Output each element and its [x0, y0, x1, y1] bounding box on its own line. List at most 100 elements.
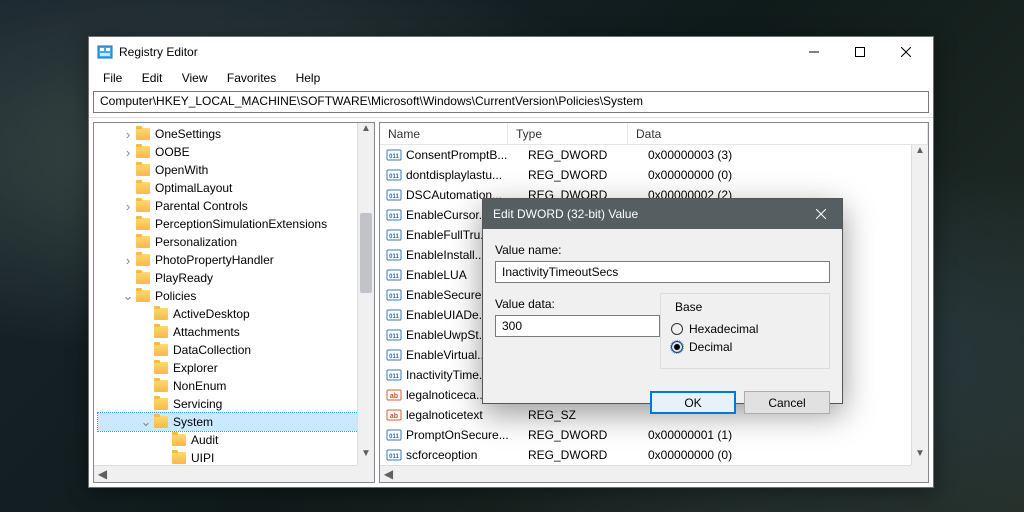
tree-item[interactable]: PlayReady — [98, 269, 370, 287]
table-row[interactable]: 011PromptOnSecure...REG_DWORD0x00000001 … — [380, 425, 928, 445]
col-data[interactable]: Data — [628, 123, 928, 144]
tree-item[interactable]: OpenWith — [98, 161, 370, 179]
menu-file[interactable]: File — [95, 69, 130, 87]
expand-icon[interactable]: ⌄ — [122, 288, 134, 304]
radio-decimal[interactable]: Decimal — [671, 340, 819, 354]
tree-label: OOBE — [155, 145, 190, 159]
tree-item[interactable]: Servicing — [98, 395, 370, 413]
tree-label: NonEnum — [173, 379, 226, 393]
window-title: Registry Editor — [119, 45, 791, 59]
col-type[interactable]: Type — [508, 123, 628, 144]
svg-text:011: 011 — [389, 274, 399, 280]
binary-icon: 011 — [386, 227, 402, 243]
folder-icon — [154, 308, 168, 320]
tree-item[interactable]: NonEnum — [98, 377, 370, 395]
binary-icon: 011 — [386, 307, 402, 323]
binary-icon: 011 — [386, 167, 402, 183]
tree-item[interactable]: ⌄System — [98, 413, 370, 431]
tree-label: OpenWith — [155, 163, 208, 177]
tree-pane[interactable]: ›OneSettings›OOBEOpenWithOptimalLayout›P… — [93, 122, 375, 483]
base-label: Base — [671, 300, 706, 314]
folder-icon — [154, 416, 168, 428]
folder-icon — [154, 380, 168, 392]
binary-icon: 011 — [386, 287, 402, 303]
expand-icon[interactable]: › — [122, 145, 134, 160]
menu-help[interactable]: Help — [288, 69, 329, 87]
tree-item[interactable]: OptimalLayout — [98, 179, 370, 197]
tree-label: PhotoPropertyHandler — [155, 253, 274, 267]
tree-label: Personalization — [155, 235, 237, 249]
maximize-button[interactable] — [837, 37, 883, 67]
dialog-title: Edit DWORD (32-bit) Value — [493, 207, 806, 221]
titlebar[interactable]: Registry Editor — [89, 37, 933, 67]
tree-item[interactable]: Personalization — [98, 233, 370, 251]
tree-item[interactable]: ActiveDesktop — [98, 305, 370, 323]
address-bar[interactable]: Computer\HKEY_LOCAL_MACHINE\SOFTWARE\Mic… — [93, 91, 929, 113]
binary-icon: 011 — [386, 327, 402, 343]
radio-hexadecimal[interactable]: Hexadecimal — [671, 322, 819, 336]
tree-item[interactable]: › PhotoPropertyHandler — [98, 251, 370, 269]
list-scrollbar-h[interactable]: ◀▶ — [380, 465, 928, 482]
tree-label: Attachments — [173, 325, 240, 339]
tree-label: ActiveDesktop — [173, 307, 250, 321]
cancel-button[interactable]: Cancel — [744, 391, 830, 414]
table-row[interactable]: 011scforceoptionREG_DWORD0x00000000 (0) — [380, 445, 928, 465]
svg-text:ab: ab — [390, 393, 398, 400]
tree-label: DataCollection — [173, 343, 251, 357]
svg-text:011: 011 — [389, 434, 399, 440]
folder-icon — [136, 254, 150, 266]
col-name[interactable]: Name — [380, 123, 508, 144]
string-icon: ab — [386, 387, 402, 403]
tree-item[interactable]: Audit — [98, 431, 370, 449]
binary-icon: 011 — [386, 147, 402, 163]
expand-icon[interactable]: › — [122, 253, 134, 268]
tree-item[interactable]: UIPI — [98, 449, 370, 465]
list-scrollbar-v[interactable]: ▲▼ — [911, 145, 928, 465]
column-headers[interactable]: Name Type Data — [380, 123, 928, 145]
tree-scrollbar-h[interactable]: ◀▶ — [94, 465, 374, 482]
dialog-close-button[interactable] — [806, 199, 836, 229]
dialog-titlebar[interactable]: Edit DWORD (32-bit) Value — [483, 199, 842, 229]
tree-item[interactable]: › OOBE — [98, 143, 370, 161]
tree-item[interactable]: PerceptionSimulationExtensions — [98, 215, 370, 233]
binary-icon: 011 — [386, 367, 402, 383]
binary-icon: 011 — [386, 207, 402, 223]
folder-icon — [154, 362, 168, 374]
close-button[interactable] — [883, 37, 929, 67]
svg-text:011: 011 — [389, 154, 399, 160]
folder-icon — [154, 344, 168, 356]
tree-label: PerceptionSimulationExtensions — [155, 217, 327, 231]
expand-icon[interactable]: ⌄ — [140, 414, 152, 430]
value-data-input[interactable] — [495, 315, 660, 337]
value-name-input[interactable] — [495, 261, 830, 283]
menu-edit[interactable]: Edit — [134, 69, 171, 87]
binary-icon: 011 — [386, 427, 402, 443]
table-row[interactable]: 011dontdisplaylastu...REG_DWORD0x0000000… — [380, 165, 928, 185]
tree-item[interactable]: ⌄Policies — [98, 287, 370, 305]
minimize-button[interactable] — [791, 37, 837, 67]
folder-icon — [172, 434, 186, 446]
svg-text:011: 011 — [389, 354, 399, 360]
app-icon — [97, 44, 113, 60]
svg-text:011: 011 — [389, 374, 399, 380]
expand-icon[interactable]: › — [122, 199, 134, 214]
tree-item[interactable]: › OneSettings — [98, 125, 370, 143]
svg-text:011: 011 — [389, 214, 399, 220]
tree-label: OptimalLayout — [155, 181, 232, 195]
tree-label: OneSettings — [155, 127, 221, 141]
value-data-label: Value data: — [495, 297, 660, 311]
tree-item[interactable]: Explorer — [98, 359, 370, 377]
menu-favorites[interactable]: Favorites — [219, 69, 284, 87]
binary-icon: 011 — [386, 447, 402, 463]
ok-button[interactable]: OK — [650, 391, 736, 414]
tree-item[interactable]: DataCollection — [98, 341, 370, 359]
tree-item[interactable]: ›Parental Controls — [98, 197, 370, 215]
tree-item[interactable]: Attachments — [98, 323, 370, 341]
tree-scrollbar-v[interactable]: ▲▼ — [357, 123, 374, 465]
menu-view[interactable]: View — [174, 69, 216, 87]
expand-icon[interactable]: › — [122, 127, 134, 142]
tree-label: PlayReady — [155, 271, 213, 285]
table-row[interactable]: 011ConsentPromptB...REG_DWORD0x00000003 … — [380, 145, 928, 165]
svg-text:ab: ab — [390, 413, 398, 420]
folder-icon — [136, 218, 150, 230]
